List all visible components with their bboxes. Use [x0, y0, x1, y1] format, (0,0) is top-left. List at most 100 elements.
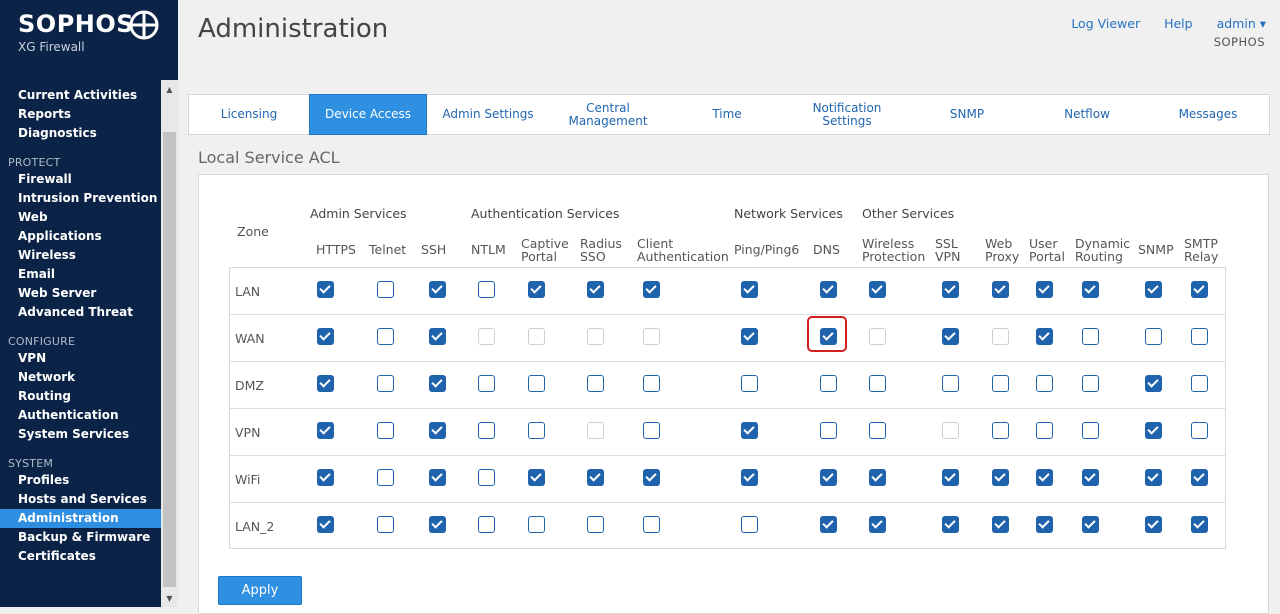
checkbox-lan-2-snmp[interactable] [1145, 516, 1162, 533]
checkbox-wan-https[interactable] [317, 328, 334, 345]
checkbox-wan-smtp-relay[interactable] [1191, 328, 1208, 345]
checkbox-dmz-smtp-relay[interactable] [1191, 375, 1208, 392]
sidebar-item-system-services[interactable]: System Services [0, 425, 161, 444]
checkbox-lan-web-proxy[interactable] [992, 281, 1009, 298]
checkbox-wifi-ssh[interactable] [429, 469, 446, 486]
checkbox-vpn-smtp-relay[interactable] [1191, 422, 1208, 439]
checkbox-lan-2-wireless-protection[interactable] [869, 516, 886, 533]
checkbox-wan-dynamic-routing[interactable] [1082, 328, 1099, 345]
checkbox-wifi-dynamic-routing[interactable] [1082, 469, 1099, 486]
checkbox-lan-2-web-proxy[interactable] [992, 516, 1009, 533]
checkbox-lan-ntlm[interactable] [478, 281, 495, 298]
scroll-up-icon[interactable]: ▲ [161, 82, 178, 98]
tab-snmp[interactable]: SNMP [907, 95, 1027, 134]
sidebar-item-email[interactable]: Email [0, 265, 161, 284]
checkbox-lan-https[interactable] [317, 281, 334, 298]
checkbox-lan-radius-sso[interactable] [587, 281, 604, 298]
apply-button[interactable]: Apply [218, 576, 302, 605]
checkbox-lan-ssl-vpn[interactable] [942, 281, 959, 298]
checkbox-dmz-https[interactable] [317, 375, 334, 392]
checkbox-dmz-snmp[interactable] [1145, 375, 1162, 392]
checkbox-lan-2-dynamic-routing[interactable] [1082, 516, 1099, 533]
checkbox-dmz-telnet[interactable] [377, 375, 394, 392]
sidebar-item-firewall[interactable]: Firewall [0, 170, 161, 189]
checkbox-lan-2-user-portal[interactable] [1036, 516, 1053, 533]
checkbox-wifi-captive-portal[interactable] [528, 469, 545, 486]
checkbox-lan-2-ntlm[interactable] [478, 516, 495, 533]
sidebar-item-hosts-and-services[interactable]: Hosts and Services [0, 490, 161, 509]
sidebar-item-current-activities[interactable]: Current Activities [0, 86, 161, 105]
sidebar-item-vpn[interactable]: VPN [0, 349, 161, 368]
sidebar-item-diagnostics[interactable]: Diagnostics [0, 124, 161, 143]
tab-device-access[interactable]: Device Access [309, 94, 427, 135]
checkbox-wifi-ping-ping6[interactable] [741, 469, 758, 486]
checkbox-lan-captive-portal[interactable] [528, 281, 545, 298]
checkbox-vpn-https[interactable] [317, 422, 334, 439]
checkbox-lan-dynamic-routing[interactable] [1082, 281, 1099, 298]
checkbox-lan-2-client-authentication[interactable] [643, 516, 660, 533]
sidebar-item-administration[interactable]: Administration [0, 509, 161, 528]
sidebar-item-network[interactable]: Network [0, 368, 161, 387]
checkbox-wan-ssh[interactable] [429, 328, 446, 345]
sidebar-item-web-server[interactable]: Web Server [0, 284, 161, 303]
checkbox-wifi-ssl-vpn[interactable] [942, 469, 959, 486]
sidebar-item-web[interactable]: Web [0, 208, 161, 227]
checkbox-lan-2-ssh[interactable] [429, 516, 446, 533]
sidebar-item-backup-firmware[interactable]: Backup & Firmware [0, 528, 161, 547]
checkbox-lan-snmp[interactable] [1145, 281, 1162, 298]
sidebar-item-applications[interactable]: Applications [0, 227, 161, 246]
checkbox-dmz-client-authentication[interactable] [643, 375, 660, 392]
sidebar-item-advanced-threat[interactable]: Advanced Threat [0, 303, 161, 322]
sidebar-item-reports[interactable]: Reports [0, 105, 161, 124]
checkbox-wifi-smtp-relay[interactable] [1191, 469, 1208, 486]
checkbox-vpn-user-portal[interactable] [1036, 422, 1053, 439]
checkbox-wifi-radius-sso[interactable] [587, 469, 604, 486]
checkbox-dmz-ssh[interactable] [429, 375, 446, 392]
checkbox-dmz-ntlm[interactable] [478, 375, 495, 392]
checkbox-dmz-ssl-vpn[interactable] [942, 375, 959, 392]
scrollbar-thumb[interactable] [163, 132, 176, 587]
admin-menu[interactable]: admin ▾ [1217, 16, 1266, 31]
checkbox-wifi-wireless-protection[interactable] [869, 469, 886, 486]
checkbox-lan-user-portal[interactable] [1036, 281, 1053, 298]
checkbox-lan-telnet[interactable] [377, 281, 394, 298]
sidebar-item-certificates[interactable]: Certificates [0, 547, 161, 566]
sidebar-scrollbar[interactable]: ▲ ▼ [161, 80, 178, 607]
checkbox-lan-2-telnet[interactable] [377, 516, 394, 533]
sidebar-item-routing[interactable]: Routing [0, 387, 161, 406]
checkbox-vpn-client-authentication[interactable] [643, 422, 660, 439]
checkbox-lan-2-smtp-relay[interactable] [1191, 516, 1208, 533]
checkbox-wan-user-portal[interactable] [1036, 328, 1053, 345]
checkbox-vpn-captive-portal[interactable] [528, 422, 545, 439]
checkbox-vpn-telnet[interactable] [377, 422, 394, 439]
checkbox-lan-dns[interactable] [820, 281, 837, 298]
checkbox-dmz-dynamic-routing[interactable] [1082, 375, 1099, 392]
checkbox-dmz-ping-ping6[interactable] [741, 375, 758, 392]
checkbox-lan-2-https[interactable] [317, 516, 334, 533]
checkbox-lan-2-ping-ping6[interactable] [741, 516, 758, 533]
checkbox-wifi-client-authentication[interactable] [643, 469, 660, 486]
checkbox-wan-snmp[interactable] [1145, 328, 1162, 345]
checkbox-wan-ping-ping6[interactable] [741, 328, 758, 345]
checkbox-lan-2-dns[interactable] [820, 516, 837, 533]
checkbox-lan-client-authentication[interactable] [643, 281, 660, 298]
checkbox-wifi-https[interactable] [317, 469, 334, 486]
checkbox-lan-2-radius-sso[interactable] [587, 516, 604, 533]
help-link[interactable]: Help [1164, 16, 1193, 31]
log-viewer-link[interactable]: Log Viewer [1071, 16, 1140, 31]
checkbox-lan-smtp-relay[interactable] [1191, 281, 1208, 298]
checkbox-dmz-radius-sso[interactable] [587, 375, 604, 392]
checkbox-dmz-wireless-protection[interactable] [869, 375, 886, 392]
checkbox-vpn-dynamic-routing[interactable] [1082, 422, 1099, 439]
tab-messages[interactable]: Messages [1147, 95, 1269, 134]
checkbox-wan-ssl-vpn[interactable] [942, 328, 959, 345]
sidebar-item-authentication[interactable]: Authentication [0, 406, 161, 425]
checkbox-vpn-snmp[interactable] [1145, 422, 1162, 439]
checkbox-dmz-web-proxy[interactable] [992, 375, 1009, 392]
tab-central-management[interactable]: Central Management [549, 95, 667, 134]
checkbox-lan-ssh[interactable] [429, 281, 446, 298]
checkbox-wifi-user-portal[interactable] [1036, 469, 1053, 486]
tab-licensing[interactable]: Licensing [189, 95, 309, 134]
checkbox-vpn-ping-ping6[interactable] [741, 422, 758, 439]
checkbox-lan-wireless-protection[interactable] [869, 281, 886, 298]
